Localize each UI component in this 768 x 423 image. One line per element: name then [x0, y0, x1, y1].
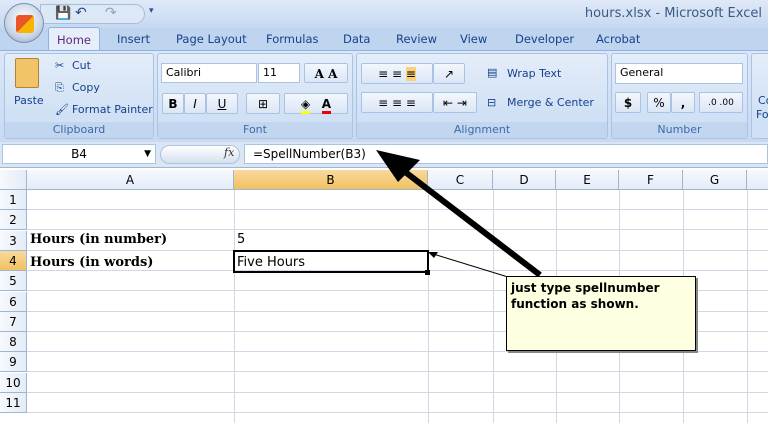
office-logo-icon	[16, 15, 34, 33]
format-painter-icon: 🖌	[55, 103, 69, 116]
formula-bar: B4 ▼ fx =SpellNumber(B3)	[0, 142, 768, 168]
ribbon-tabs: Insert Page Layout Formulas Data Review …	[0, 28, 768, 50]
format-as-table-button[interactable]: Fo	[756, 108, 768, 121]
percent-button[interactable]: %	[647, 92, 671, 113]
tab-review[interactable]: Review	[396, 32, 437, 46]
grow-shrink-font-button[interactable]: A A	[304, 63, 348, 83]
tab-insert[interactable]: Insert	[117, 32, 150, 46]
italic-button[interactable]: I	[184, 93, 206, 114]
tab-page-layout[interactable]: Page Layout	[176, 32, 247, 46]
office-button[interactable]	[4, 3, 44, 43]
tab-formulas[interactable]: Formulas	[266, 32, 319, 46]
font-name-select[interactable]: Calibri	[161, 63, 257, 83]
insert-function-icon[interactable]: fx	[224, 146, 234, 159]
row-header-1[interactable]: 1	[0, 190, 27, 210]
grid-row	[27, 352, 768, 373]
select-all-button[interactable]	[0, 170, 27, 190]
tab-home[interactable]: Home	[48, 27, 100, 51]
row-header-7[interactable]: 7	[0, 311, 27, 332]
grid-row	[27, 373, 768, 393]
fill-font-color-buttons[interactable]: ◈ A	[284, 93, 348, 114]
copy-icon: ⎘	[55, 81, 64, 94]
row-header-3[interactable]: 3	[0, 230, 27, 251]
name-box-value: B4	[71, 147, 87, 161]
title-bar: 💾 ↶ ↷ ▾ hours.xlsx - Microsoft Excel	[0, 0, 768, 28]
clipboard-group: Paste ✂ Cut ⎘ Copy 🖌 Format Painter Clip…	[4, 53, 154, 139]
formula-input[interactable]: =SpellNumber(B3)	[244, 144, 768, 164]
font-label: Font	[158, 122, 352, 138]
alignment-group: ≡ ≡ ≡ ↗ ≡ ≡ ≡ ⇤ ⇥ ▤ Wrap Text ⊟ Merge & …	[356, 53, 608, 139]
save-icon[interactable]: 💾	[55, 6, 71, 21]
customize-qat-icon[interactable]: ▾	[149, 6, 154, 16]
underline-button[interactable]: U	[206, 93, 238, 114]
column-header-h[interactable]	[747, 170, 768, 190]
number-group: General $ % , .0 .00 Number	[611, 53, 748, 139]
format-painter-button[interactable]: Format Painter	[72, 103, 153, 116]
redo-icon[interactable]: ↷	[105, 5, 117, 21]
cut-button[interactable]: Cut	[72, 59, 91, 72]
styles-group: Co Fo	[751, 53, 768, 139]
active-cell-b4[interactable]	[233, 250, 429, 273]
grid-row	[27, 210, 768, 231]
column-header-b[interactable]: B	[234, 170, 428, 190]
copy-button[interactable]: Copy	[72, 81, 100, 94]
row-header-4[interactable]: 4	[0, 250, 27, 271]
grid-row	[27, 393, 768, 413]
tab-acrobat[interactable]: Acrobat	[596, 32, 640, 46]
window-title: hours.xlsx - Microsoft Excel	[584, 6, 762, 21]
alignment-label: Alignment	[357, 122, 607, 138]
conditional-formatting-button[interactable]: Co	[758, 94, 768, 107]
wrap-text-icon: ▤	[487, 66, 498, 79]
name-box[interactable]: B4 ▼	[2, 144, 156, 164]
font-size-select[interactable]: 11	[258, 63, 300, 83]
cut-icon: ✂	[55, 59, 65, 72]
tab-view[interactable]: View	[460, 32, 487, 46]
paste-button[interactable]: Paste	[14, 94, 44, 107]
font-group: Calibri 11 A A B I U ⊞ ◈ A Font	[157, 53, 353, 139]
quick-access-toolbar: 💾 ↶ ↷	[40, 4, 145, 24]
cell-b3[interactable]: 5	[237, 230, 245, 250]
paste-icon	[15, 58, 39, 88]
currency-button[interactable]: $	[615, 92, 641, 113]
row-header-2[interactable]: 2	[0, 210, 27, 231]
row-header-9[interactable]: 9	[0, 352, 27, 373]
row-header-10[interactable]: 10	[0, 372, 27, 393]
row-header-8[interactable]: 8	[0, 332, 27, 353]
bold-button[interactable]: B	[162, 93, 184, 114]
cell-a3[interactable]: Hours (in number)	[30, 230, 167, 250]
indent-buttons[interactable]: ⇤ ⇥	[433, 92, 477, 113]
merge-center-button[interactable]: Merge & Center	[507, 96, 594, 109]
vertical-align-buttons[interactable]: ≡ ≡ ≡	[361, 63, 433, 84]
cell-a4[interactable]: Hours (in words)	[30, 253, 153, 273]
number-label: Number	[612, 122, 747, 138]
number-format-select[interactable]: General	[615, 63, 743, 84]
undo-icon[interactable]: ↶	[75, 5, 87, 21]
column-header-f[interactable]: F	[619, 170, 683, 190]
chevron-down-icon[interactable]: ▼	[144, 145, 151, 163]
column-header-a[interactable]: A	[27, 170, 234, 190]
font-color-icon: A	[321, 97, 331, 114]
clipboard-label: Clipboard	[5, 122, 153, 138]
wrap-text-button[interactable]: Wrap Text	[507, 67, 561, 80]
row-header-5[interactable]: 5	[0, 271, 27, 292]
horizontal-align-buttons[interactable]: ≡ ≡ ≡	[361, 92, 433, 113]
row-header-11[interactable]: 11	[0, 393, 27, 413]
column-header-e[interactable]: E	[556, 170, 619, 190]
borders-button[interactable]: ⊞	[246, 93, 280, 114]
tab-developer[interactable]: Developer	[515, 32, 574, 46]
tab-data[interactable]: Data	[343, 32, 370, 46]
row-header-6[interactable]: 6	[0, 291, 27, 312]
decimal-buttons[interactable]: .0 .00	[699, 92, 743, 113]
comma-button[interactable]: ,	[671, 92, 695, 113]
orientation-button[interactable]: ↗	[433, 63, 465, 84]
fill-color-icon: ◈	[301, 97, 311, 114]
column-header-d[interactable]: D	[493, 170, 556, 190]
comment-box[interactable]: just type spellnumber function as shown.	[506, 276, 696, 351]
column-header-c[interactable]: C	[428, 170, 493, 190]
fill-handle[interactable]	[425, 270, 430, 275]
column-header-g[interactable]: G	[683, 170, 747, 190]
merge-center-icon: ⊟	[487, 96, 497, 109]
grid-row	[27, 190, 768, 210]
